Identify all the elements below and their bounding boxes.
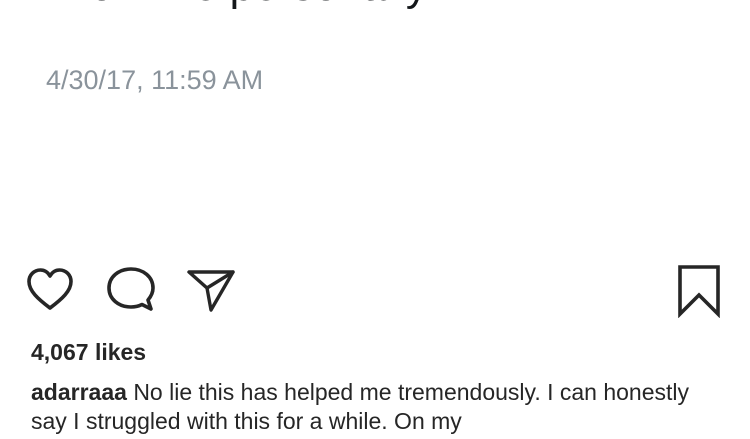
embedded-tweet-screenshot: know me personally. 4/30/17, 11:59 AM [0,0,750,250]
heart-outline-icon [27,268,73,310]
paper-plane-icon [187,270,235,312]
like-button[interactable] [22,262,78,318]
bookmark-icon [678,265,720,318]
tweet-timestamp: 4/30/17, 11:59 AM [46,65,264,95]
caption-text: No lie this has helped me tremendously. … [31,379,690,434]
post-action-bar [0,262,750,322]
save-button[interactable] [671,262,727,318]
comment-button[interactable] [103,262,159,318]
caption-username[interactable]: adarraaa [31,379,127,405]
share-button[interactable] [183,262,239,318]
tweet-text: know me personally. [44,0,437,12]
likes-count[interactable]: 4,067 likes [31,337,146,367]
post-caption: adarraaa No lie this has helped me treme… [31,378,721,436]
speech-bubble-icon [107,267,155,311]
